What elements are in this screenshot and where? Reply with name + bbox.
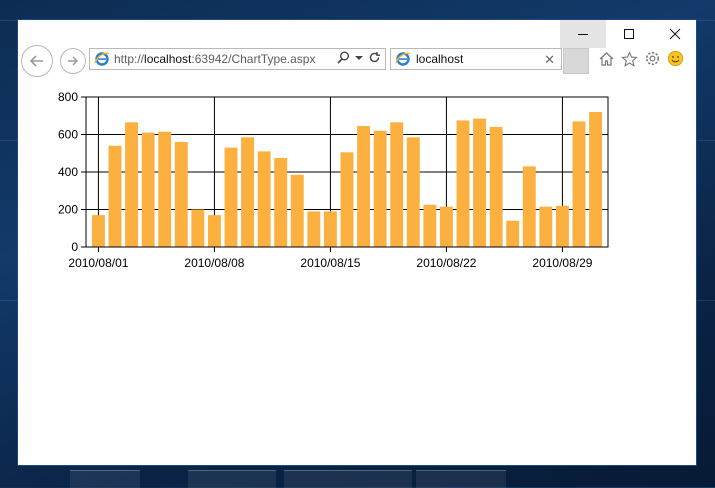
- ie-logo-icon: [395, 52, 411, 66]
- bar: [456, 120, 470, 247]
- bar: [340, 152, 354, 247]
- taskbar-item[interactable]: [70, 470, 140, 488]
- browser-tools: [598, 50, 684, 67]
- maximize-button[interactable]: [606, 20, 652, 48]
- home-icon[interactable]: [598, 51, 615, 67]
- address-path: :63942/ChartType.aspx: [191, 52, 316, 66]
- close-button[interactable]: [652, 20, 698, 48]
- close-tab-icon[interactable]: ✕: [544, 52, 555, 68]
- x-tick-label: 2010/08/01: [68, 256, 128, 270]
- bar: [439, 206, 453, 247]
- bar: [506, 220, 520, 247]
- y-tick-label: 400: [58, 165, 78, 179]
- title-bar: [18, 20, 696, 48]
- x-tick-label: 2010/08/08: [184, 256, 244, 270]
- tab-localhost[interactable]: localhost ✕: [390, 48, 562, 70]
- bar: [589, 112, 603, 247]
- address-prefix: http://: [114, 52, 145, 66]
- bar: [373, 130, 387, 247]
- smiley-feedback-icon[interactable]: [667, 50, 684, 67]
- forward-arrow-icon: [68, 56, 78, 66]
- taskbar: [0, 466, 715, 488]
- bar: [489, 127, 503, 247]
- x-tick-label: 2010/08/29: [532, 256, 592, 270]
- browser-window: http://localhost:63942/ChartType.aspx lo…: [17, 19, 697, 466]
- maximize-icon: [624, 29, 634, 39]
- bar: [274, 157, 288, 247]
- y-tick-label: 200: [58, 203, 78, 217]
- bar: [522, 166, 536, 247]
- bar: [423, 204, 437, 247]
- bar: [174, 142, 188, 247]
- bar-chart: 0 200 400 600 800 2010/08/01 2010/08/08 2010/08…: [58, 90, 609, 270]
- page-content: 0 200 400 600 800 2010/08/01 2010/08/08 2010/08…: [18, 74, 696, 465]
- bar: [207, 215, 221, 247]
- back-arrow-icon: [29, 55, 43, 67]
- bar: [539, 206, 553, 247]
- forward-button[interactable]: [60, 48, 86, 74]
- new-tab-button[interactable]: [563, 48, 589, 74]
- y-tick-label: 800: [58, 90, 78, 104]
- bar: [323, 211, 337, 247]
- favorites-star-icon[interactable]: [621, 50, 638, 67]
- bar: [191, 209, 205, 247]
- bar: [555, 205, 569, 247]
- bar: [357, 126, 371, 247]
- address-host: localhost: [144, 52, 192, 66]
- navigation-bar: http://localhost:63942/ChartType.aspx lo…: [18, 45, 696, 77]
- taskbar-item[interactable]: [416, 470, 506, 488]
- bar: [141, 132, 155, 247]
- minimize-icon: [578, 34, 588, 35]
- bar: [158, 131, 172, 247]
- bar: [307, 211, 321, 247]
- minimize-button[interactable]: [560, 20, 606, 48]
- back-button[interactable]: [21, 45, 53, 77]
- bar: [224, 147, 238, 247]
- address-bar[interactable]: http://localhost:63942/ChartType.aspx: [89, 48, 386, 70]
- bar: [572, 121, 586, 247]
- bar: [473, 118, 487, 247]
- ie-logo-icon: [94, 52, 110, 66]
- close-icon: [669, 28, 681, 40]
- bar: [91, 215, 105, 247]
- bar: [257, 151, 271, 247]
- dropdown-arrow-icon[interactable]: [355, 54, 363, 62]
- bar: [290, 174, 304, 247]
- tab-title: localhost: [416, 52, 464, 66]
- bar: [108, 145, 122, 247]
- y-tick-label: 600: [58, 128, 78, 142]
- bar: [241, 137, 255, 247]
- settings-gear-icon[interactable]: [644, 50, 661, 67]
- bar: [406, 137, 420, 247]
- refresh-icon[interactable]: [368, 51, 381, 64]
- x-tick-label: 2010/08/15: [300, 256, 360, 270]
- search-icon[interactable]: [337, 51, 350, 64]
- y-tick-label: 0: [71, 240, 78, 254]
- bar: [125, 122, 139, 247]
- taskbar-item[interactable]: [188, 470, 276, 488]
- bar: [390, 122, 404, 247]
- x-tick-label: 2010/08/22: [416, 256, 476, 270]
- taskbar-item[interactable]: [284, 470, 412, 488]
